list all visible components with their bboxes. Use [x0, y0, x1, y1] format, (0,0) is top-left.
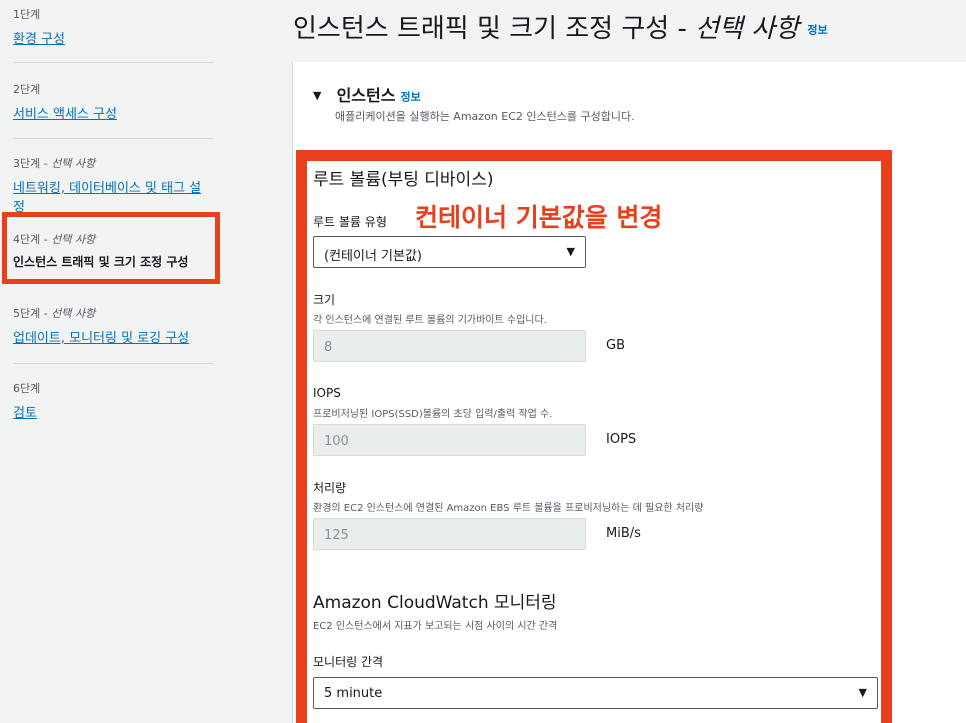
page-title: 인스턴스 트래픽 및 크기 조정 구성 - 선택 사항 정보: [293, 14, 828, 44]
wizard-sidebar: 1단계 환경 구성 2단계 서비스 액세스 구성 3단계 - 선택 사항 네트워…: [0, 0, 226, 723]
panel-title: 인스턴스: [336, 86, 396, 105]
step-link-networking[interactable]: 네트워킹, 데이터베이스 및 태그 설정: [13, 177, 213, 215]
panel-description: 애플리케이션을 실행하는 Amazon EC2 인스턴스를 구성합니다.: [335, 110, 635, 123]
step-2: 2단계 서비스 액세스 구성: [13, 81, 213, 122]
step-link-monitoring[interactable]: 업데이트, 모니터링 및 로깅 구성: [13, 327, 189, 346]
step-number: 2단계: [13, 83, 41, 96]
step-link-environment[interactable]: 환경 구성: [13, 28, 65, 47]
step-link-service-access[interactable]: 서비스 액세스 구성: [13, 103, 117, 122]
divider: [13, 62, 213, 63]
step-6: 6단계 검토: [13, 380, 213, 421]
divider: [13, 138, 213, 139]
panel-header[interactable]: ▼ 인스턴스 정보: [313, 82, 421, 106]
step-number: 5단계 - 선택 사항: [13, 307, 96, 320]
step-highlight-box: [2, 212, 220, 284]
step-number: 3단계 - 선택 사항: [13, 157, 96, 170]
step-number: 6단계: [13, 382, 41, 395]
info-link[interactable]: 정보: [401, 91, 421, 104]
step-1: 1단계 환경 구성: [13, 6, 213, 47]
root-volume-highlight-frame: [296, 150, 892, 723]
step-5: 5단계 - 선택 사항 업데이트, 모니터링 및 로깅 구성: [13, 305, 213, 346]
caret-down-icon[interactable]: ▼: [313, 89, 321, 102]
info-link[interactable]: 정보: [807, 24, 827, 37]
step-link-review[interactable]: 검토: [13, 402, 37, 421]
divider: [13, 363, 213, 364]
step-number: 1단계: [13, 8, 41, 21]
step-3: 3단계 - 선택 사항 네트워킹, 데이터베이스 및 태그 설정: [13, 155, 213, 215]
